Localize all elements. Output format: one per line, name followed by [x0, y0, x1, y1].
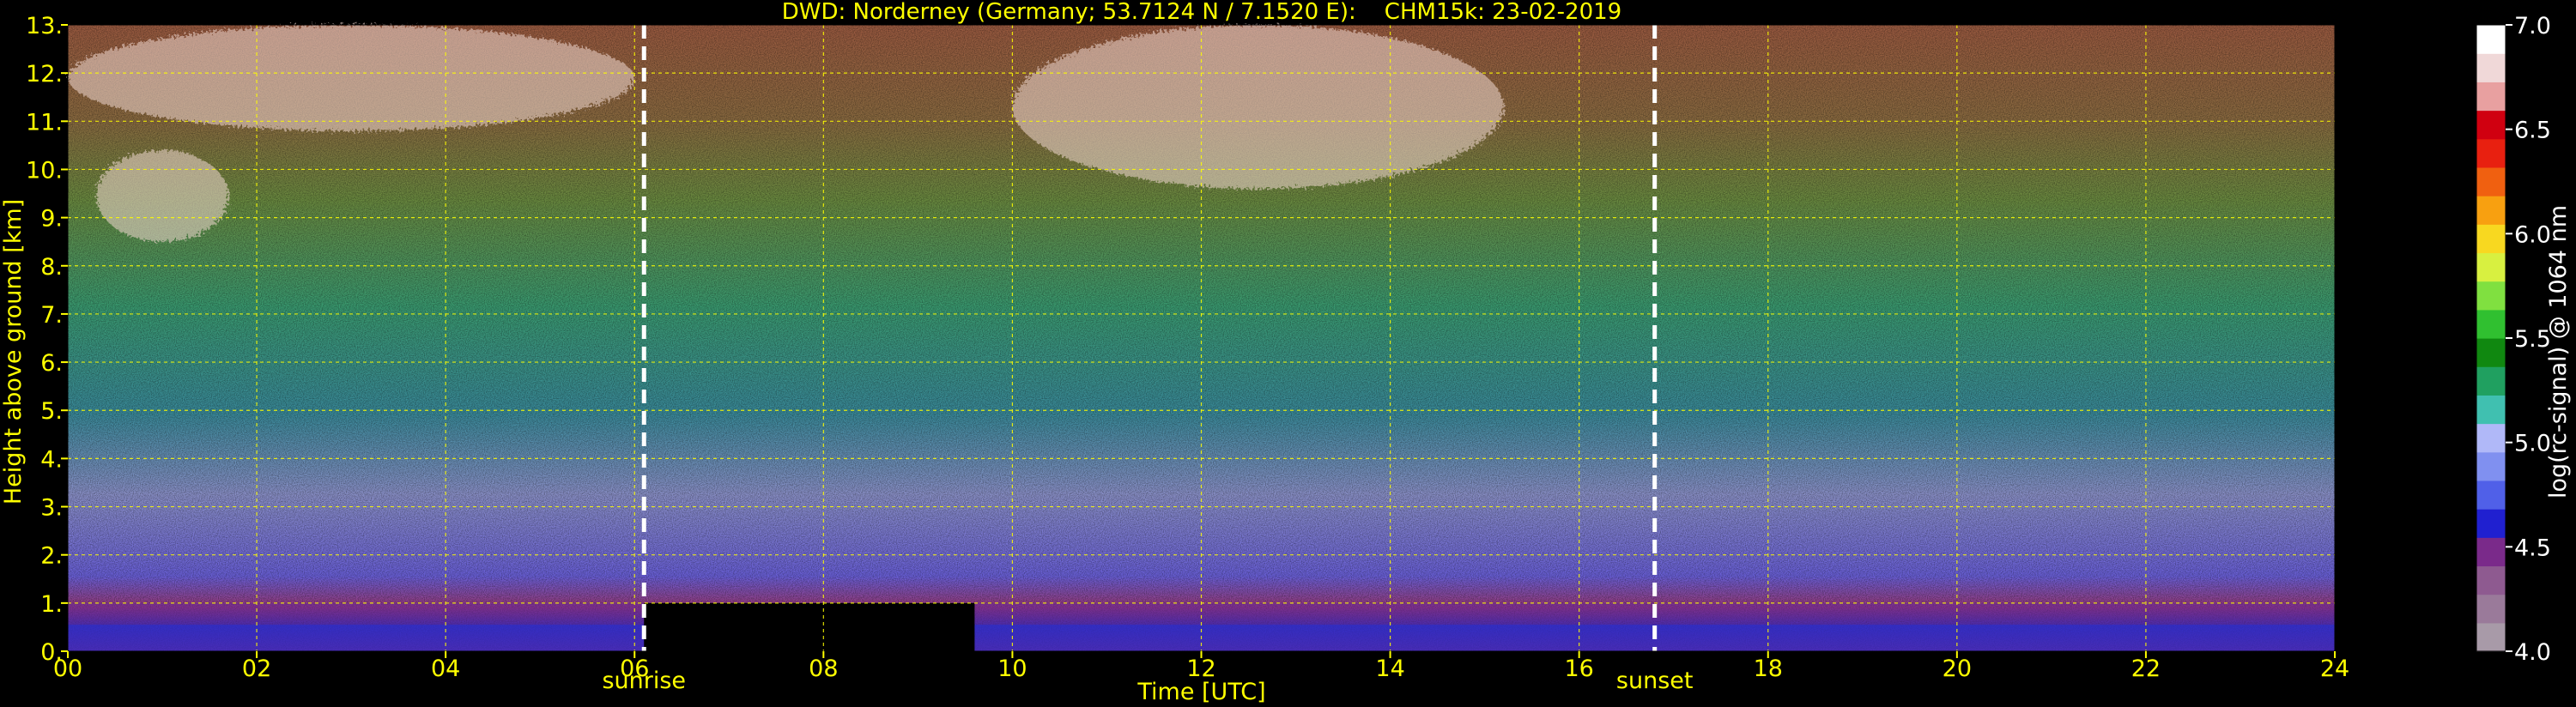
x-tick-label: 16 — [1564, 656, 1593, 682]
colorbar-segment — [2476, 166, 2506, 196]
y-tick-label: 6. — [40, 350, 63, 377]
colorbar-segment — [2476, 224, 2506, 254]
y-tick-label: 7. — [40, 302, 63, 329]
colorbar-segment — [2476, 423, 2506, 453]
colorbar-segment — [2476, 53, 2506, 82]
data-gap-0 — [644, 602, 975, 651]
y-tick-label: 11. — [26, 109, 63, 136]
y-tick-label: 13. — [26, 13, 63, 39]
x-tick-label: 24 — [2320, 656, 2349, 682]
chart: sunrise sunset 00 02 04 06 08 10 12 14 16 18 20 22 24… — [0, 0, 2572, 705]
y-axis-label: Height above ground [km] — [0, 199, 27, 505]
colorbar-segment — [2476, 281, 2506, 311]
x-tick-label: 22 — [2131, 656, 2161, 682]
colorbar-segment — [2476, 451, 2506, 481]
y-tick-label: 10. — [26, 157, 63, 184]
y-tick-label: 12. — [26, 61, 63, 88]
event-label-sunset: sunset — [1616, 668, 1694, 694]
x-tick-label: 02 — [242, 656, 271, 682]
colorbar-tick-label: 4.5 — [2514, 535, 2551, 561]
colorbar-segment — [2476, 622, 2506, 652]
y-tick-label: 3. — [40, 495, 63, 522]
colorbar-segment — [2476, 395, 2506, 425]
x-tick-label: 20 — [1943, 656, 1972, 682]
colorbar-segment — [2476, 338, 2506, 367]
x-tick-label: 04 — [431, 656, 460, 682]
colorbar: 4.04.55.05.56.06.57.0 — [2476, 13, 2551, 666]
y-tick-label: 5. — [40, 398, 63, 425]
y-tick-label: 2. — [40, 543, 63, 570]
x-tick-label: 08 — [809, 656, 838, 682]
x-axis-label: Time [UTC] — [1136, 679, 1265, 705]
y-tick-label: 4. — [40, 446, 63, 473]
x-tick-label: 18 — [1754, 656, 1783, 682]
colorbar-segment — [2476, 252, 2506, 282]
colorbar-segment — [2476, 138, 2506, 168]
y-tick-label: 8. — [40, 254, 63, 281]
colorbar-tick-label: 6.5 — [2514, 118, 2551, 144]
colorbar-segment — [2476, 565, 2506, 595]
colorbar-tick-label: 4.0 — [2514, 639, 2551, 666]
x-tick-label: 06 — [620, 656, 649, 682]
cloud-feature-0 — [68, 25, 635, 131]
colorbar-segment — [2476, 82, 2506, 112]
chart-title: DWD: Norderney (Germany; 53.7124 N / 7.1… — [782, 0, 1621, 25]
colorbar-label: log(rc-signal) @ 1064 nm — [2545, 205, 2572, 499]
colorbar-segment — [2476, 110, 2506, 140]
x-tick-label: 14 — [1375, 656, 1404, 682]
colorbar-segment — [2476, 537, 2506, 567]
colorbar-segment — [2476, 480, 2506, 510]
cloud-feature-1 — [96, 150, 229, 242]
colorbar-segment — [2476, 594, 2506, 624]
colorbar-segment — [2476, 509, 2506, 538]
colorbar-segment — [2476, 196, 2506, 225]
colorbar-segment — [2476, 366, 2506, 396]
y-tick-label: 9. — [40, 206, 63, 233]
colorbar-segment — [2476, 25, 2506, 54]
y-tick-label: 0. — [40, 639, 63, 666]
cloud-feature-2 — [1012, 25, 1504, 189]
colorbar-tick-label: 7.0 — [2514, 13, 2551, 39]
colorbar-segment — [2476, 309, 2506, 339]
x-tick-label: 10 — [997, 656, 1027, 682]
y-tick-label: 1. — [40, 591, 63, 618]
